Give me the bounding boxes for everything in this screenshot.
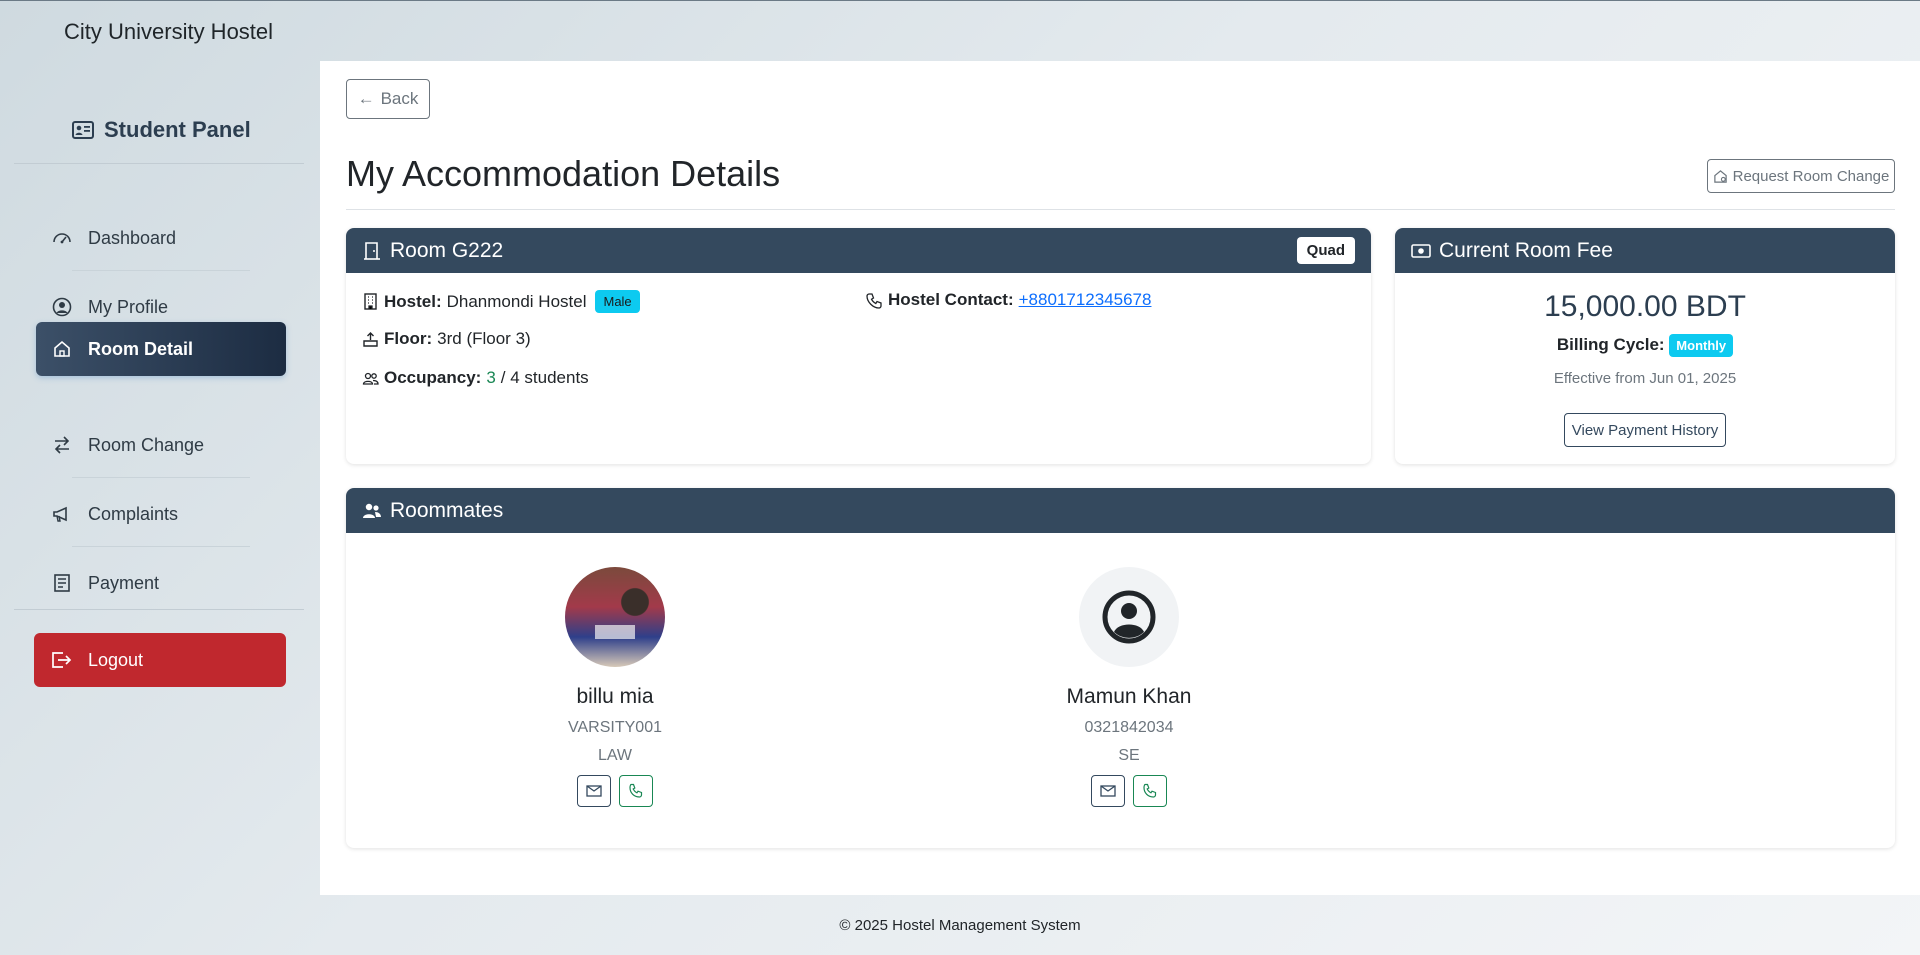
- billing-cycle-badge: Monthly: [1669, 334, 1734, 357]
- gender-badge: Male: [595, 290, 640, 313]
- sidebar-item-label: My Profile: [88, 296, 169, 317]
- fee-amount: 15,000.00 BDT: [1544, 290, 1746, 323]
- speedometer-icon: [53, 233, 71, 244]
- people-fill-icon: [363, 503, 381, 518]
- telephone-icon: [629, 783, 643, 798]
- email-button[interactable]: [577, 775, 611, 807]
- roommate-name: Mamun Khan: [1066, 685, 1192, 708]
- floor-row: Floor: 3rd (Floor 3): [362, 329, 531, 349]
- sidebar-item-label: Dashboard: [88, 227, 177, 248]
- roommate-id: VARSITY001: [568, 719, 662, 736]
- sidebar-item-label: Payment: [88, 572, 160, 593]
- billing-cycle: Billing Cycle: Monthly: [1395, 334, 1895, 357]
- sidebar-divider: [14, 163, 304, 164]
- sidebar-item-label: Complaints: [88, 503, 179, 524]
- cash-icon: [1411, 243, 1431, 258]
- room-fee-header: Current Room Fee: [1395, 228, 1895, 273]
- telephone-icon: [866, 292, 882, 309]
- title-divider: [346, 209, 1895, 210]
- footer-copyright: © 2025 Hostel Management System: [839, 916, 1081, 934]
- sidebar-item-label: Room Change: [88, 434, 205, 455]
- people-icon: [362, 372, 379, 385]
- roommates-title: Roommates: [390, 498, 504, 522]
- fee-effective-date: Effective from Jun 01, 2025: [1553, 370, 1737, 387]
- contact-phone-link[interactable]: +8801712345678: [1019, 290, 1152, 310]
- box-arrow-right-icon: [52, 652, 72, 668]
- logout-label: Logout: [88, 649, 144, 670]
- room-title: Room G222: [390, 238, 504, 262]
- call-button[interactable]: [619, 775, 653, 807]
- roommates-header: Roommates: [346, 488, 1895, 533]
- roommate-id: 0321842034: [1084, 719, 1174, 736]
- request-room-change-button[interactable]: Request Room Change: [1707, 159, 1895, 193]
- email-button[interactable]: [1091, 775, 1125, 807]
- top-navbar: City University Hostel: [0, 0, 1920, 61]
- occupancy-current: 3: [486, 368, 496, 387]
- floor-value: 3rd (Floor 3): [437, 329, 531, 348]
- sidebar-divider: [14, 609, 304, 610]
- view-payment-history-button[interactable]: View Payment History: [1564, 413, 1726, 447]
- request-room-change-label: Request Room Change: [1732, 167, 1890, 185]
- room-type-badge: Quad: [1296, 237, 1355, 264]
- room-fee-title: Current Room Fee: [1439, 238, 1613, 262]
- room-fee-card: Current Room Fee 15,000.00 BDT Billing C…: [1395, 228, 1895, 464]
- hostel-label: Hostel:: [384, 291, 442, 311]
- panel-title: Student Panel: [72, 117, 251, 143]
- contact-label: Hostel Contact:: [888, 290, 1014, 309]
- roommate-dept: LAW: [597, 747, 633, 764]
- sidebar-item-complaints[interactable]: Complaints: [36, 487, 286, 547]
- avatar: [1079, 567, 1179, 667]
- person-circle-icon: [52, 297, 72, 317]
- layers-icon: [363, 331, 378, 347]
- hostel-row: Hostel: Dhanmondi Hostel Male: [362, 290, 640, 313]
- occupancy-row: Occupancy: 3 / 4 students: [362, 368, 589, 388]
- main-content: ← Back My Accommodation Details Request …: [320, 61, 1920, 895]
- roommate-card: billu mia VARSITY001 LAW: [495, 567, 735, 807]
- occupancy-capacity: / 4 students: [500, 368, 589, 387]
- sidebar: Student Panel Dashboard My Profile Room …: [0, 61, 320, 895]
- back-label: Back: [380, 89, 419, 108]
- building-icon: [364, 293, 377, 310]
- receipt-icon: [54, 574, 70, 592]
- panel-title-label: Student Panel: [104, 117, 251, 142]
- call-button[interactable]: [1133, 775, 1167, 807]
- logout-button[interactable]: Logout: [34, 633, 286, 687]
- sidebar-item-label: Room Detail: [88, 338, 194, 359]
- avatar: [565, 567, 665, 667]
- sidebar-item-payment[interactable]: Payment: [36, 556, 286, 610]
- envelope-icon: [1100, 785, 1116, 797]
- telephone-icon: [1143, 783, 1157, 798]
- hostel-value: Dhanmondi Hostel: [446, 291, 587, 311]
- roommate-actions: [495, 775, 735, 807]
- room-card: Room G222 Quad Hostel: Dhanmondi Hostel …: [346, 228, 1371, 464]
- roommate-actions: [1009, 775, 1249, 807]
- house-gear-icon: [1713, 169, 1727, 183]
- roommates-card: Roommates billu mia VARSITY001 LAW Mamun…: [346, 488, 1895, 848]
- occupancy-label: Occupancy:: [384, 368, 482, 387]
- billing-cycle-label: Billing Cycle:: [1556, 335, 1665, 354]
- house-icon: [54, 340, 70, 357]
- hostel-contact-row: Hostel Contact: +8801712345678: [866, 290, 1151, 310]
- footer: © 2025 Hostel Management System: [0, 895, 1920, 955]
- envelope-icon: [586, 785, 602, 797]
- megaphone-icon: [53, 506, 67, 522]
- roommate-card: Mamun Khan 0321842034 SE: [1009, 567, 1249, 807]
- avatar-photo: [595, 625, 635, 639]
- sidebar-item-room-detail[interactable]: Room Detail: [36, 322, 286, 376]
- sidebar-item-room-change[interactable]: Room Change: [36, 418, 286, 478]
- door-icon: [364, 241, 380, 260]
- sidebar-item-dashboard[interactable]: Dashboard: [36, 211, 286, 271]
- page-title: My Accommodation Details: [346, 153, 781, 194]
- room-card-header: Room G222 Quad: [346, 228, 1371, 273]
- roommate-dept: SE: [1118, 747, 1140, 764]
- back-button[interactable]: ← Back: [346, 79, 430, 119]
- person-circle-icon: [1102, 590, 1156, 644]
- arrow-left-icon: ←: [357, 89, 375, 108]
- id-card-icon: [72, 121, 94, 139]
- floor-label: Floor:: [384, 329, 433, 348]
- arrow-left-right-icon: [54, 436, 70, 454]
- brand-title[interactable]: City University Hostel: [64, 19, 273, 45]
- roommate-name: billu mia: [576, 685, 654, 708]
